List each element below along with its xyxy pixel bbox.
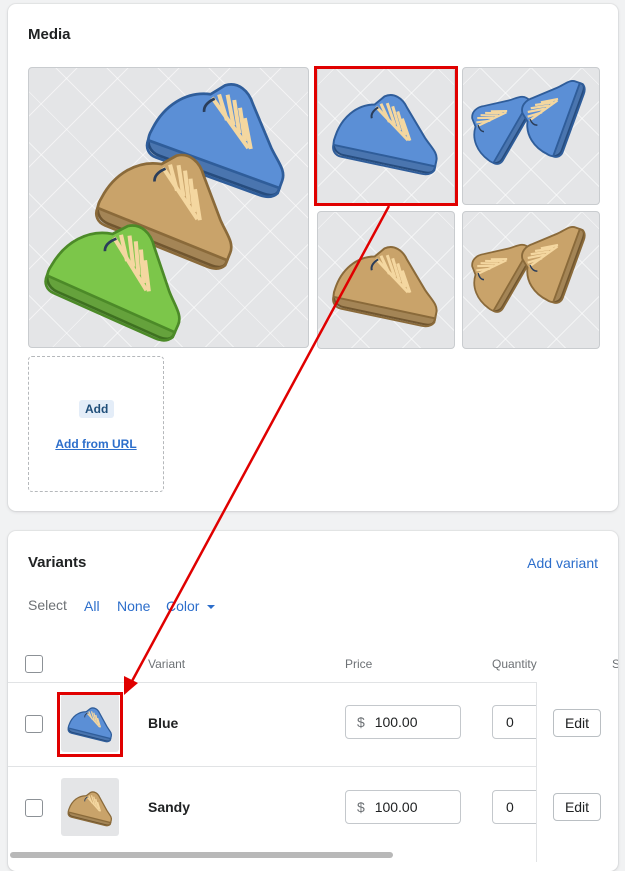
edit-button-sandy[interactable]: Edit — [553, 793, 601, 821]
price-value: 100.00 — [374, 799, 418, 815]
media-dropzone[interactable]: Add Add from URL — [28, 356, 164, 492]
select-label: Select — [28, 597, 67, 613]
select-all-link[interactable]: All — [84, 598, 100, 614]
add-media-button[interactable]: Add — [79, 400, 115, 418]
select-none-link[interactable]: None — [117, 598, 150, 614]
row-checkbox-blue[interactable] — [25, 715, 43, 733]
edit-column: Edit Edit — [536, 682, 618, 862]
media-title: Media — [28, 26, 71, 43]
media-image-blue-shoe[interactable] — [317, 67, 455, 205]
media-image-sandy-shoes-pair[interactable] — [462, 211, 600, 349]
add-from-url-link[interactable]: Add from URL — [29, 437, 163, 451]
variant-name-sandy: Sandy — [148, 799, 191, 815]
quantity-input-blue[interactable]: 0 — [492, 705, 542, 739]
add-variant-link[interactable]: Add variant — [527, 555, 598, 571]
media-image-group-shoes[interactable] — [28, 67, 309, 348]
media-image-blue-shoes-pair[interactable] — [462, 67, 600, 205]
currency-symbol: $ — [357, 714, 365, 730]
column-quantity: Quantity — [492, 657, 537, 671]
media-card: Media Add Add from URL — [8, 4, 618, 511]
color-filter-label: Color — [166, 598, 200, 614]
column-variant: Variant — [148, 657, 186, 671]
select-all-checkbox[interactable] — [25, 655, 43, 673]
variants-card: Variants Add variant Select All None Col… — [8, 531, 618, 871]
horizontal-scrollbar[interactable] — [10, 852, 393, 858]
select-color-dropdown[interactable]: Color — [166, 598, 216, 614]
edit-button-blue[interactable]: Edit — [553, 709, 601, 737]
variant-thumb-sandy[interactable] — [61, 778, 119, 836]
variants-title: Variants — [28, 554, 87, 571]
currency-symbol: $ — [357, 799, 365, 815]
price-input-sandy[interactable]: $ 100.00 — [345, 790, 461, 824]
row-checkbox-sandy[interactable] — [25, 799, 43, 817]
price-input-blue[interactable]: $ 100.00 — [345, 705, 461, 739]
variant-name-blue: Blue — [148, 715, 179, 731]
quantity-input-sandy[interactable]: 0 — [492, 790, 542, 824]
caret-down-icon — [207, 605, 216, 610]
price-value: 100.00 — [374, 714, 418, 730]
column-price: Price — [345, 657, 373, 671]
column-s: S — [612, 657, 618, 671]
header-divider — [8, 682, 618, 683]
row-divider — [8, 766, 618, 767]
variant-thumb-blue[interactable] — [61, 694, 119, 752]
media-image-sandy-shoe[interactable] — [317, 211, 455, 349]
